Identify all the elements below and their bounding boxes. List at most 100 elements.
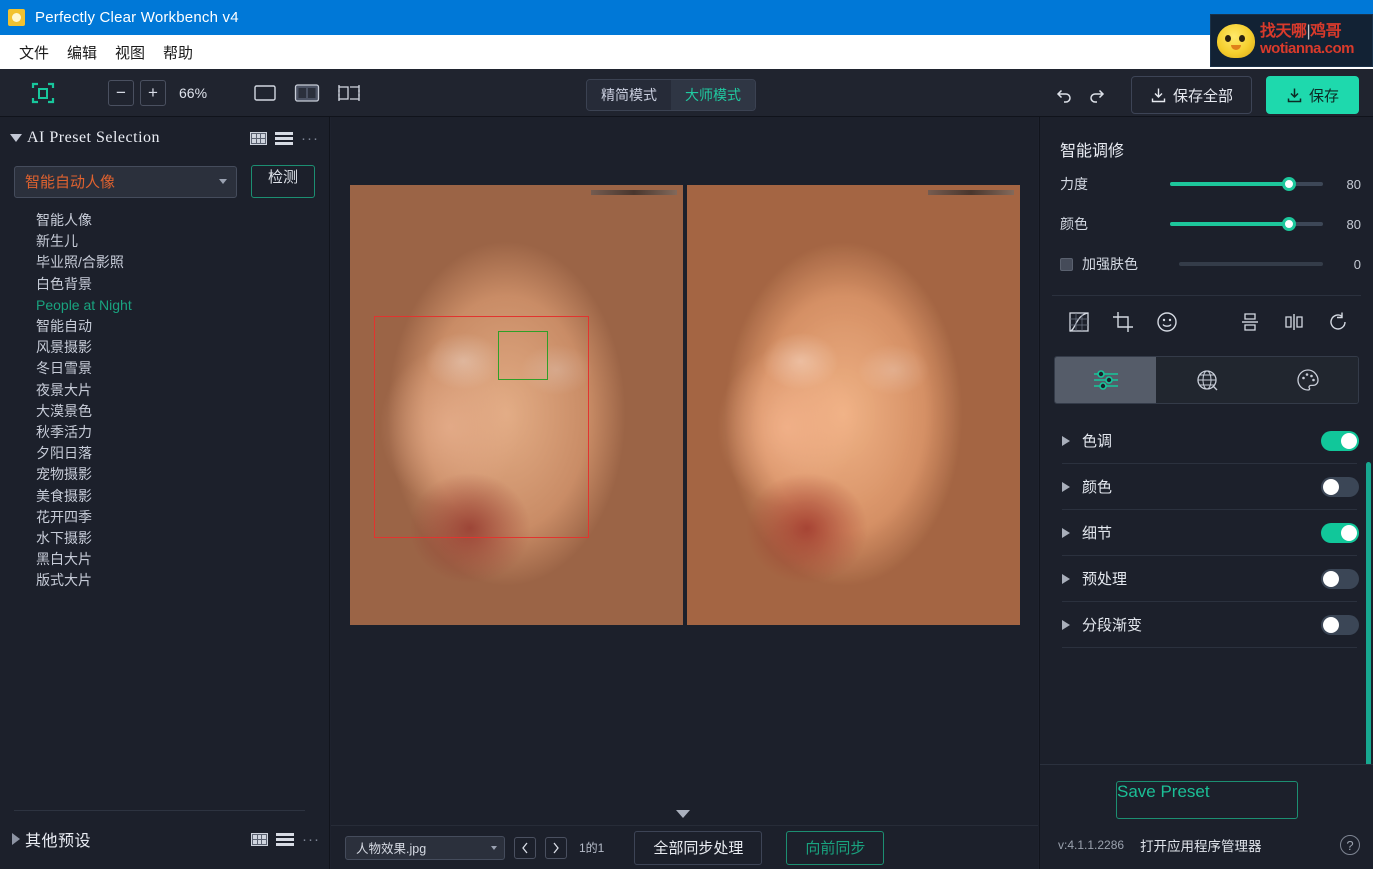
chevron-right-icon[interactable] (1062, 619, 1070, 630)
face-icon[interactable] (1156, 311, 1178, 338)
other-presets-header[interactable]: 其他预设 ··· (0, 819, 330, 859)
menu-item-edit[interactable]: 编辑 (58, 40, 106, 65)
section-toggle[interactable] (1321, 476, 1359, 497)
rotate-icon[interactable] (1327, 311, 1349, 338)
list-item[interactable]: 版式大片 (36, 570, 329, 591)
split-view-icon[interactable] (294, 82, 320, 104)
flip-vertical-icon[interactable] (1239, 311, 1261, 338)
list-item[interactable]: 夕阳日落 (36, 443, 329, 464)
list-item[interactable]: People at Night (36, 295, 329, 316)
save-all-button[interactable]: 保存全部 (1130, 76, 1252, 114)
chevron-down-icon (491, 845, 497, 850)
more-options-icon[interactable]: ··· (302, 831, 320, 848)
section-detail[interactable]: 细节 (1040, 510, 1373, 555)
tab-palette[interactable] (1257, 357, 1358, 403)
slider-value: 0 (1353, 256, 1361, 272)
section-preprocess[interactable]: 预处理 (1040, 556, 1373, 601)
list-item[interactable]: 风景摄影 (36, 337, 329, 358)
list-item[interactable]: 白色背景 (36, 274, 329, 295)
list-item[interactable]: 黑白大片 (36, 549, 329, 570)
file-name-dropdown[interactable]: 人物效果.jpg (345, 835, 505, 860)
detect-button[interactable]: 检测 (250, 165, 315, 198)
chevron-right-icon[interactable] (1062, 481, 1070, 492)
menu-item-view[interactable]: 视图 (106, 40, 154, 65)
window-titlebar: Perfectly Clear Workbench v4 (0, 0, 1373, 35)
chevron-right-icon (553, 842, 559, 853)
slider-knob[interactable] (1282, 217, 1297, 231)
other-presets-label: 其他预设 (25, 833, 92, 850)
compare-view-icon[interactable] (336, 82, 362, 104)
fit-to-screen-icon[interactable] (30, 80, 56, 106)
list-view-icon[interactable] (276, 832, 294, 846)
tab-adjustments[interactable] (1055, 357, 1156, 403)
section-toggle[interactable] (1321, 522, 1359, 543)
list-item[interactable]: 毕业照/合影照 (36, 252, 329, 273)
list-view-icon[interactable] (275, 131, 293, 145)
chevron-right-icon[interactable] (1062, 573, 1070, 584)
list-item[interactable]: 水下摄影 (36, 528, 329, 549)
collapse-filmstrip-icon[interactable] (675, 807, 691, 819)
right-panel-footer: Save Preset v:4.1.1.2286 打开应用程序管理器 ? (1040, 764, 1373, 869)
mode-simple-button[interactable]: 精简模式 (587, 80, 671, 110)
list-item[interactable]: 智能人像 (36, 210, 329, 231)
preview-before[interactable] (350, 185, 683, 625)
slider-track[interactable] (1179, 262, 1323, 266)
crop-icon[interactable] (1112, 311, 1134, 338)
sync-all-button[interactable]: 全部同步处理 (634, 830, 763, 865)
download-icon (1151, 88, 1166, 102)
menu-item-help[interactable]: 帮助 (154, 40, 202, 65)
grid-view-icon[interactable] (251, 832, 268, 846)
preset-dropdown[interactable]: 智能自动人像 (14, 165, 237, 198)
section-toggle[interactable] (1321, 568, 1359, 589)
section-gradient[interactable]: 分段渐变 (1040, 602, 1373, 647)
next-image-button[interactable] (545, 836, 567, 859)
curves-icon[interactable] (1068, 311, 1090, 338)
sync-forward-button[interactable]: 向前同步 (786, 830, 885, 865)
list-item[interactable]: 宠物摄影 (36, 464, 329, 485)
chevron-right-icon[interactable] (1062, 527, 1070, 538)
chevron-right-icon[interactable] (1062, 435, 1070, 446)
list-item[interactable]: 冬日雪景 (36, 358, 329, 379)
slider-knob[interactable] (1282, 177, 1297, 191)
toolbar-right-group: 保存全部 保存 (1047, 76, 1359, 114)
portrait-image-after (687, 185, 1020, 625)
save-button[interactable]: 保存 (1265, 76, 1359, 114)
zoom-out-button[interactable]: − (108, 79, 134, 106)
zoom-in-button[interactable]: + (140, 79, 166, 106)
flip-horizontal-icon[interactable] (1283, 311, 1305, 338)
list-item[interactable]: 智能自动 (36, 316, 329, 337)
section-toggle[interactable] (1321, 430, 1359, 451)
chevron-right-icon[interactable] (12, 833, 20, 845)
skin-tone-checkbox[interactable] (1060, 257, 1073, 271)
menu-item-file[interactable]: 文件 (10, 40, 58, 65)
chick-mascot-icon (1217, 23, 1255, 58)
slider-color: 颜色 80 (1040, 207, 1373, 241)
slider-track[interactable] (1170, 177, 1323, 191)
tab-fix[interactable] (1156, 357, 1257, 403)
slider-skin-tone: 加强肤色 0 (1040, 247, 1373, 281)
grid-view-icon[interactable] (250, 131, 267, 145)
list-item[interactable]: 秋季活力 (36, 422, 329, 443)
list-item[interactable]: 新生儿 (36, 231, 329, 252)
section-color[interactable]: 颜色 (1040, 464, 1373, 509)
slider-track[interactable] (1170, 217, 1323, 231)
list-item[interactable]: 夜景大片 (36, 380, 329, 401)
app-manager-link[interactable]: 打开应用程序管理器 (1140, 835, 1262, 855)
preview-after[interactable] (687, 185, 1020, 625)
prev-image-button[interactable] (514, 836, 536, 859)
redo-icon[interactable] (1081, 79, 1115, 111)
undo-icon[interactable] (1047, 79, 1081, 111)
list-item[interactable]: 花开四季 (36, 507, 329, 528)
watermark-line1-right: 鸡哥 (1310, 23, 1342, 41)
single-view-icon[interactable] (252, 82, 278, 104)
list-item[interactable]: 大漠景色 (36, 401, 329, 422)
more-options-icon[interactable]: ··· (301, 130, 319, 147)
save-preset-button[interactable]: Save Preset (1116, 781, 1298, 819)
globe-icon (1196, 370, 1217, 391)
help-icon[interactable]: ? (1340, 835, 1360, 855)
section-toggle[interactable] (1321, 614, 1359, 635)
section-tone[interactable]: 色调 (1040, 418, 1373, 463)
mode-master-button[interactable]: 大师模式 (671, 80, 755, 110)
list-item[interactable]: 美食摄影 (36, 486, 329, 507)
chevron-down-icon[interactable] (10, 134, 22, 142)
